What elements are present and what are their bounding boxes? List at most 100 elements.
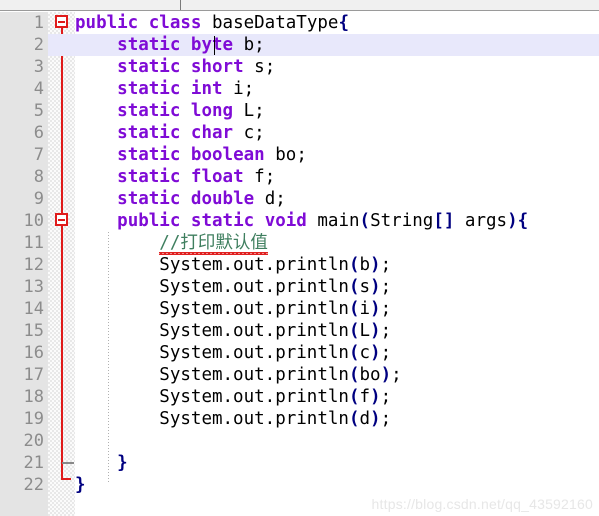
identifier-token	[244, 167, 255, 187]
code-line[interactable]: static byte b;	[75, 34, 599, 56]
code-line[interactable]: System.out.println(b);	[75, 254, 599, 276]
code-line[interactable]: static double d;	[75, 188, 599, 210]
line-number: 19	[23, 409, 44, 429]
keyword-token: int	[190, 79, 223, 99]
identifier-token	[307, 211, 318, 231]
code-line[interactable]: System.out.println(c);	[75, 342, 599, 364]
code-line[interactable]: static int i;	[75, 78, 599, 100]
identifier-token: args	[454, 211, 508, 231]
identifier-token	[180, 57, 191, 77]
punctuation-token: )	[370, 321, 381, 341]
indent-guide	[108, 232, 109, 484]
identifier-token: ;	[380, 409, 392, 429]
code-line[interactable]: static boolean bo;	[75, 144, 599, 166]
keyword-token: static	[117, 189, 181, 209]
code-line[interactable]: static short s;	[75, 56, 599, 78]
line-number: 15	[23, 321, 44, 341]
code-line[interactable]: static char c;	[75, 122, 599, 144]
identifier-token	[180, 35, 191, 55]
line-number: 16	[23, 343, 44, 363]
identifier-token: L	[243, 101, 255, 121]
code-line[interactable]: System.out.println(bo);	[75, 364, 599, 386]
code-line[interactable]: System.out.println(f);	[75, 386, 599, 408]
identifier-token: ;	[254, 101, 265, 121]
identifier-token	[180, 167, 191, 187]
keyword-token: short	[190, 57, 244, 77]
keyword-token: long	[190, 101, 234, 121]
code-line[interactable]: static long L;	[75, 100, 599, 122]
keyword-token: double	[190, 189, 255, 209]
keyword-token: static	[190, 211, 255, 231]
punctuation-token: (	[348, 277, 360, 297]
code-line[interactable]: }	[75, 452, 599, 474]
identifier-token: ;	[391, 365, 402, 385]
code-line[interactable]: //打印默认值	[75, 232, 599, 255]
toolbar-divider	[180, 0, 181, 10]
fold-toggle-line-10[interactable]	[55, 213, 68, 226]
code-editor[interactable]: 1 2 3 4 5 6 7 8 9 10 11 12 13 14 15 16 17 18 19 20 21 22 publ…	[0, 0, 599, 516]
identifier-token	[254, 189, 265, 209]
code-line[interactable]	[75, 430, 599, 452]
identifier-token: bo	[275, 145, 297, 165]
identifier-token	[180, 123, 191, 143]
identifier-token: ;	[264, 57, 276, 77]
identifier-token: b	[359, 255, 371, 275]
line-number: 20	[23, 431, 44, 451]
identifier-token	[180, 189, 191, 209]
punctuation-token: (	[348, 365, 360, 385]
punctuation-token: }	[117, 453, 128, 473]
punctuation-token: )	[370, 255, 381, 275]
punctuation-token: )	[370, 277, 381, 297]
line-number: 9	[33, 189, 44, 209]
fold-end-foot-outer	[61, 478, 71, 480]
line-number: 4	[33, 79, 44, 99]
keyword-token: char	[190, 123, 234, 143]
line-number: 10	[23, 211, 44, 231]
identifier-token: L	[359, 321, 371, 341]
identifier-token: ;	[380, 255, 392, 275]
keyword-token: float	[190, 167, 244, 187]
punctuation-token: (	[348, 255, 360, 275]
identifier-token: ;	[380, 343, 392, 363]
code-content[interactable]: public class baseDataType{ static byte b…	[75, 12, 599, 516]
fold-toggle-line-1[interactable]	[55, 15, 68, 28]
code-folding-strip[interactable]	[48, 12, 75, 516]
line-number: 1	[33, 13, 44, 33]
identifier-token	[180, 211, 191, 231]
identifier-token: f	[254, 167, 265, 187]
identifier-token: c	[243, 123, 255, 143]
code-line[interactable]: System.out.println(i);	[75, 298, 599, 320]
keyword-token: public	[75, 13, 139, 33]
identifier-token: ;	[380, 321, 392, 341]
code-line[interactable]: public static void main(String[] args){	[75, 210, 599, 232]
identifier-token: System.out.println	[159, 365, 349, 385]
keyword-token: boolean	[190, 145, 265, 165]
line-number: 5	[33, 101, 44, 121]
identifier-token: d	[264, 189, 276, 209]
fold-line-outer	[61, 26, 63, 478]
line-number: 18	[23, 387, 44, 407]
identifier-token: bo	[359, 365, 381, 385]
code-line[interactable]: System.out.println(d);	[75, 408, 599, 430]
code-line[interactable]: System.out.println(L);	[75, 320, 599, 342]
identifier-token: d	[359, 409, 371, 429]
keyword-token: class	[148, 13, 202, 33]
code-line[interactable]: }	[75, 474, 599, 496]
code-line[interactable]: System.out.println(s);	[75, 276, 599, 298]
identifier-token: f	[359, 387, 371, 407]
punctuation-token: (	[348, 409, 360, 429]
code-line[interactable]: static float f;	[75, 166, 599, 188]
punctuation-token: )	[507, 211, 518, 231]
keyword-token: void	[264, 211, 307, 231]
punctuation-token: }	[75, 475, 86, 495]
identifier-token	[233, 35, 244, 55]
punctuation-token: (	[359, 211, 371, 231]
code-line[interactable]: public class baseDataType{	[75, 12, 599, 34]
